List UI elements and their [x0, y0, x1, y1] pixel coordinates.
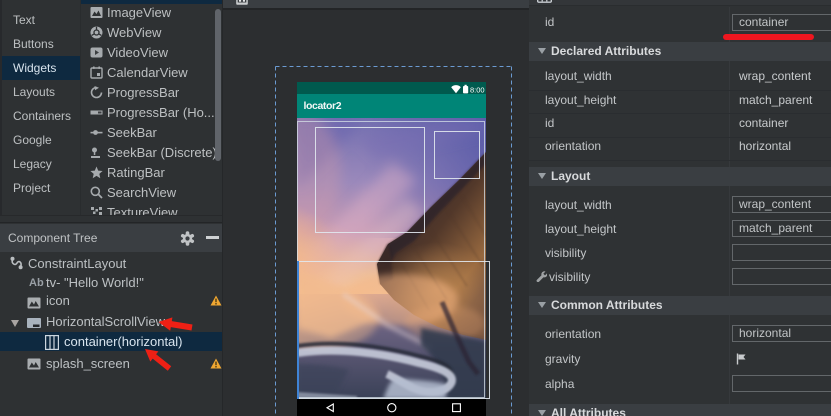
- svg-text:8:00: 8:00: [470, 86, 485, 94]
